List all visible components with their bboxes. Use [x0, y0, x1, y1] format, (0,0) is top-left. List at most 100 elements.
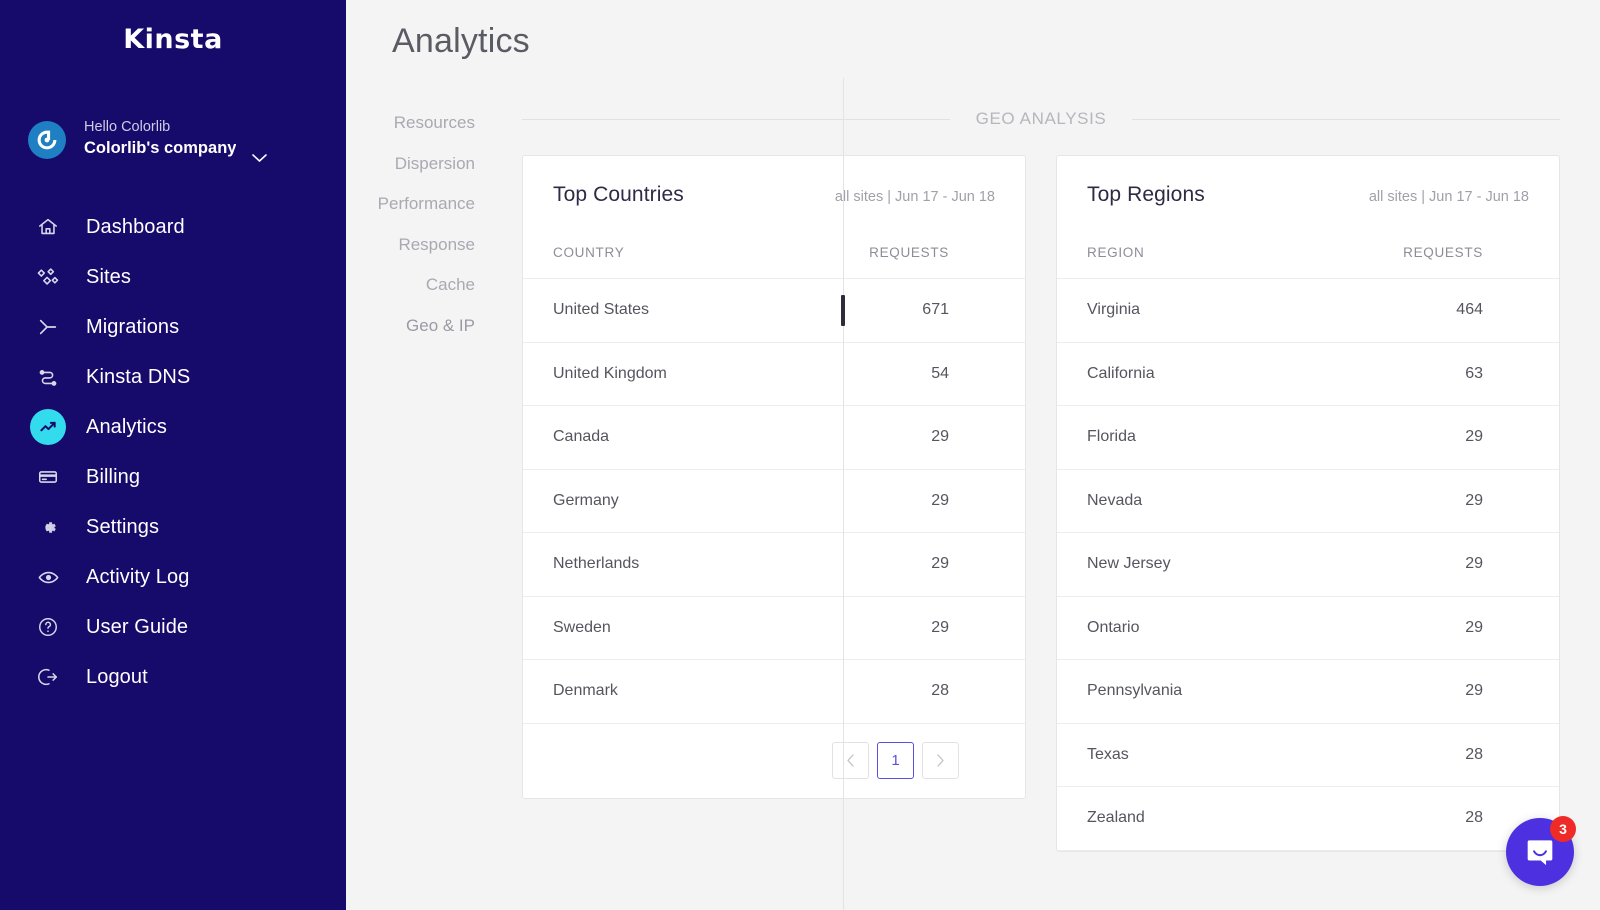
sidebar-item-kinsta-dns[interactable]: Kinsta DNS [0, 352, 346, 402]
sites-icon [30, 259, 66, 295]
subnav-item-response[interactable]: Response [346, 225, 498, 266]
sidebar-nav: Dashboard Sites Migrations Kinsta DNS An… [0, 202, 346, 702]
gear-icon [30, 509, 66, 545]
sidebar-item-user-guide[interactable]: User Guide [0, 602, 346, 652]
table-row: Texas 28 [1057, 723, 1559, 787]
sidebar-item-label: Analytics [86, 415, 167, 438]
sidebar-item-logout[interactable]: Logout [0, 652, 346, 702]
sidebar-item-settings[interactable]: Settings [0, 502, 346, 552]
regions-table: REGION REQUESTS Virginia 464 California … [1057, 207, 1559, 851]
cell-region: Zealand [1057, 786, 1308, 851]
cell-region: New Jersey [1057, 532, 1308, 597]
avatar [28, 121, 66, 159]
table-row: Florida 29 [1057, 405, 1559, 470]
subnav-item-cache[interactable]: Cache [346, 265, 498, 306]
sidebar-item-activity-log[interactable]: Activity Log [0, 552, 346, 602]
sidebar-item-analytics[interactable]: Analytics [0, 402, 346, 452]
cell-requests: 464 [1308, 278, 1559, 343]
intercom-unread-badge: 3 [1550, 816, 1576, 842]
account-text: Hello Colorlib Colorlib's company [84, 120, 236, 160]
cell-requests: 29 [1308, 659, 1559, 724]
cell-region: Pennsylvania [1057, 659, 1308, 724]
table-row: Denmark 28 [523, 659, 1025, 724]
table-row: United Kingdom 54 [523, 342, 1025, 406]
card-title: Top Regions [1087, 183, 1205, 206]
subnav-item-performance[interactable]: Performance [346, 184, 498, 225]
subnav-item-geo-and-ip[interactable]: Geo & IP [346, 306, 498, 347]
section-divider: GEO ANALYSIS [522, 109, 1561, 129]
card-meta: all sites | Jun 17 - Jun 18 [834, 189, 995, 205]
analytics-subnav: Resources Dispersion Performance Respons… [346, 61, 498, 852]
account-greeting: Hello Colorlib [84, 120, 171, 133]
account-company-name: Colorlib's company [84, 139, 237, 157]
sidebar-item-billing[interactable]: Billing [0, 452, 346, 502]
sidebar-item-label: Activity Log [86, 565, 190, 588]
dns-icon [30, 359, 66, 395]
cell-requests: 29 [774, 469, 1025, 533]
table-row: Nevada 29 [1057, 469, 1559, 533]
chevron-down-icon[interactable] [252, 151, 268, 166]
sidebar-item-label: Logout [86, 665, 148, 688]
cell-requests: 63 [1308, 342, 1559, 406]
sidebar-item-sites[interactable]: Sites [0, 252, 346, 302]
migrations-icon [30, 309, 66, 345]
table-row: Canada 29 [523, 405, 1025, 470]
top-regions-card: Top Regions all sites | Jun 17 - Jun 18 … [1056, 155, 1560, 852]
card-header: Top Regions all sites | Jun 17 - Jun 18 [1057, 156, 1559, 207]
cell-country: Netherlands [523, 532, 774, 597]
cell-requests: 28 [774, 659, 1025, 724]
cell-country: Canada [523, 405, 774, 470]
column-header-region: REGION [1057, 207, 1308, 279]
chevron-right-icon [937, 754, 944, 767]
account-switcher[interactable]: Hello Colorlib Colorlib's company [0, 108, 346, 172]
page-title: Analytics [392, 22, 530, 60]
pagination-next-button[interactable] [922, 742, 959, 779]
card-meta: all sites | Jun 17 - Jun 18 [1368, 189, 1529, 205]
table-head: COUNTRY REQUESTS [523, 207, 1025, 279]
table-row: Pennsylvania 29 [1057, 659, 1559, 724]
kinsta-logo[interactable]: Kinsta [123, 24, 223, 55]
column-header-requests: REQUESTS [774, 207, 1025, 279]
card-header: Top Countries all sites | Jun 17 - Jun 1… [523, 156, 1025, 207]
subnav-item-resources[interactable]: Resources [346, 103, 498, 144]
cell-country: United Kingdom [523, 342, 774, 406]
cell-requests: 29 [1308, 469, 1559, 533]
sidebar-item-label: Dashboard [86, 215, 185, 238]
sidebar: Kinsta Hello Colorlib Colorlib's company [0, 0, 346, 910]
content-row: Resources Dispersion Performance Respons… [346, 61, 1600, 852]
divider-line-left [522, 118, 950, 120]
table-row: Sweden 29 [523, 596, 1025, 660]
eye-icon [30, 559, 66, 595]
cell-requests: 29 [774, 405, 1025, 470]
subnav-item-dispersion[interactable]: Dispersion [346, 144, 498, 185]
pagination-page-1-button[interactable]: 1 [877, 742, 914, 779]
sidebar-item-label: Sites [86, 265, 131, 288]
card-icon [30, 459, 66, 495]
subnav-divider [843, 78, 844, 910]
sidebar-item-migrations[interactable]: Migrations [0, 302, 346, 352]
cell-requests: 29 [1308, 405, 1559, 470]
countries-table: COUNTRY REQUESTS United States 671 Unite… [523, 207, 1025, 724]
table-row: Netherlands 29 [523, 532, 1025, 597]
cell-country: Germany [523, 469, 774, 533]
table-header-row: COUNTRY REQUESTS [523, 207, 1025, 279]
gravatar-icon [37, 130, 57, 150]
intercom-launcher-button[interactable]: 3 [1506, 816, 1576, 886]
analytics-icon [30, 409, 66, 445]
brand-header: Kinsta [0, 0, 346, 78]
cell-country: United States [523, 278, 774, 343]
cell-requests: 54 [774, 342, 1025, 406]
sidebar-item-dashboard[interactable]: Dashboard [0, 202, 346, 252]
cell-country: Sweden [523, 596, 774, 660]
pagination-prev-button[interactable] [832, 742, 869, 779]
cell-requests: 29 [1308, 596, 1559, 660]
geo-panel: GEO ANALYSIS Top Countries all sites | J… [498, 61, 1600, 852]
cell-region: Texas [1057, 723, 1308, 787]
cell-requests: 671 [774, 278, 1025, 343]
chevron-left-icon [847, 754, 854, 767]
table-row: New Jersey 29 [1057, 532, 1559, 597]
cell-region: Florida [1057, 405, 1308, 470]
cell-requests: 29 [774, 532, 1025, 597]
table-body: United States 671 United Kingdom 54 Cana… [523, 278, 1025, 724]
app-root: Kinsta Hello Colorlib Colorlib's company [0, 0, 1600, 910]
